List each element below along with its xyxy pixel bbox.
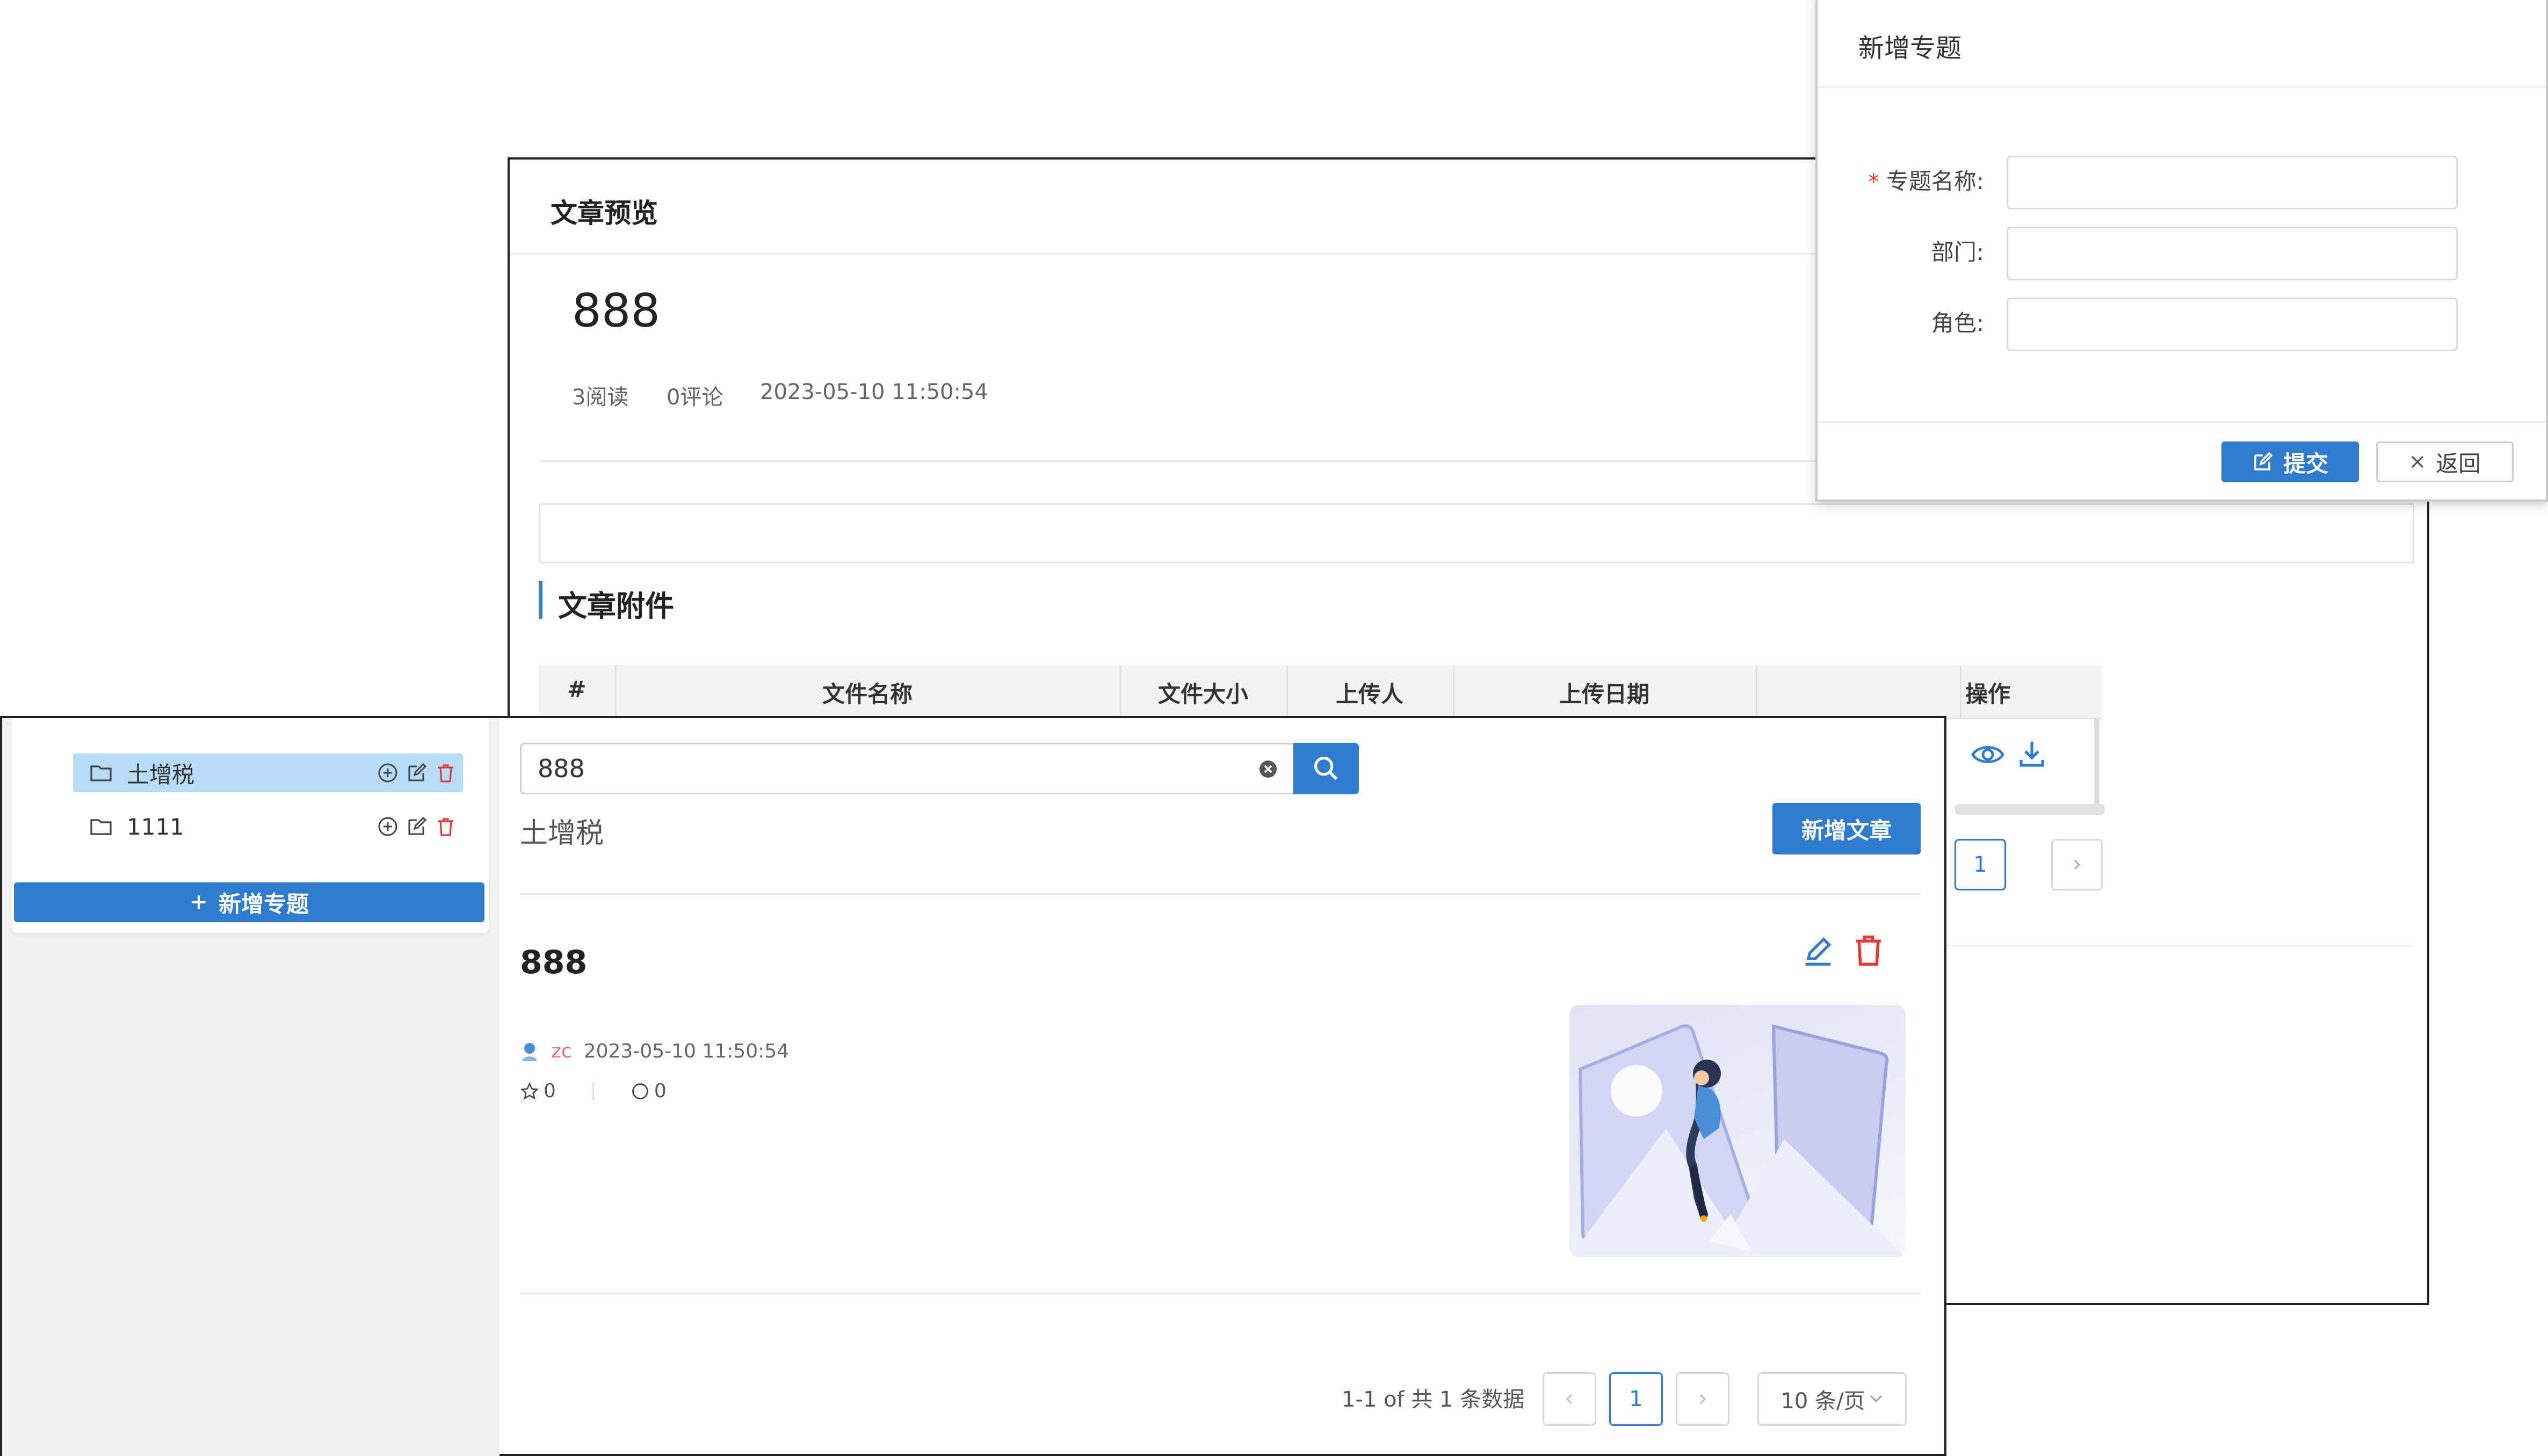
page-size-select[interactable]: 10 条/页 (1757, 1372, 1907, 1426)
edit-icon (2254, 452, 2273, 470)
eye-icon[interactable] (1971, 742, 2005, 767)
clear-icon[interactable] (1257, 758, 1279, 780)
topic-manager-window: 土增税 1111 新增专题 888 土增税 新增文章 888 zc 2023-0… (0, 716, 1946, 1456)
star-icon[interactable] (520, 1081, 539, 1101)
chevron-right-icon (1700, 1394, 1706, 1404)
dialog-title: 新增专题 (1858, 33, 1962, 63)
article-thumbnail[interactable] (1569, 1005, 1906, 1257)
search-value: 888 (538, 754, 585, 783)
tree-item-label: 土增税 (127, 761, 195, 788)
article-datetime: 2023-05-10 11:50:54 (760, 380, 988, 404)
delete-article-icon[interactable] (1852, 933, 1885, 968)
edit-icon[interactable] (406, 762, 428, 784)
tree-item-tuzengshui[interactable]: 土增税 (73, 754, 463, 792)
section-accent-bar (539, 581, 542, 619)
search-button[interactable] (1293, 743, 1359, 794)
role-input[interactable] (2007, 298, 2458, 351)
column-divider (1756, 665, 1757, 719)
new-topic-dialog: 新增专题 * 专题名称: 部门: 角色: 提交 返回 (1815, 0, 2548, 502)
pagination-info: 1-1 of 共 1 条数据 (1342, 1387, 1525, 1412)
col-header-uploader[interactable]: 上传人 (1286, 676, 1453, 709)
role-label: 角色: (1931, 310, 1984, 336)
horizontal-scrollbar[interactable] (1955, 804, 2105, 815)
tree-item-1111[interactable]: 1111 (73, 807, 463, 846)
preview-title: 文章预览 (551, 198, 658, 229)
search-input[interactable]: 888 (520, 743, 1294, 794)
back-label: 返回 (2435, 450, 2481, 477)
comment-count: 0 (654, 1080, 667, 1102)
edit-article-icon[interactable] (1801, 935, 1835, 968)
topic-name-input[interactable] (2007, 156, 2458, 209)
avatar-icon (522, 1042, 537, 1061)
add-circle-icon[interactable] (377, 816, 399, 837)
pagination-prev[interactable] (1543, 1372, 1596, 1426)
topic-name-label-text: 专题名称: (1886, 168, 1984, 194)
article-title: 888 (572, 284, 661, 338)
table-row-actions (1955, 719, 2100, 805)
current-topic-name: 土增税 (520, 817, 604, 850)
submit-label: 提交 (2283, 450, 2328, 477)
close-icon (2411, 455, 2424, 468)
pagination-page[interactable]: 1 (1609, 1372, 1663, 1426)
read-count: 3阅读 (572, 385, 629, 410)
author-name[interactable]: zc (551, 1040, 572, 1062)
page-size-value: 10 条/页 (1780, 1389, 1865, 1414)
comment-icon[interactable] (631, 1082, 650, 1101)
chevron-down-icon (1870, 1395, 1882, 1402)
col-header-filesize[interactable]: 文件大小 (1120, 676, 1286, 709)
comment-count: 0评论 (667, 385, 723, 410)
divider (1928, 945, 2411, 946)
add-topic-label: 新增专题 (218, 890, 309, 917)
article-content (539, 503, 2414, 563)
star-count: 0 (544, 1080, 556, 1102)
divider (520, 893, 1921, 895)
article-datetime: 2023-05-10 11:50:54 (583, 1040, 790, 1062)
folder-icon (90, 819, 112, 835)
folder-icon (90, 765, 112, 781)
divider (1818, 421, 2546, 423)
article-card-title[interactable]: 888 (520, 944, 587, 981)
back-button[interactable]: 返回 (2376, 441, 2514, 482)
pagination-next[interactable] (1676, 1372, 1729, 1426)
stat-divider (592, 1082, 594, 1100)
divider (1818, 86, 2546, 88)
chevron-right-icon (2074, 860, 2080, 870)
pagination-page[interactable]: 1 (1955, 839, 2006, 890)
submit-button[interactable]: 提交 (2221, 441, 2359, 482)
add-topic-button[interactable]: 新增专题 (14, 882, 484, 922)
article-meta: zc 2023-05-10 11:50:54 (520, 1040, 789, 1062)
illustration-image (1569, 1024, 1906, 1257)
search-icon (1314, 756, 1338, 780)
new-article-button[interactable]: 新增文章 (1772, 803, 1921, 854)
add-circle-icon[interactable] (377, 762, 399, 784)
required-mark: * (1868, 170, 1879, 194)
article-stats: 0 0 (520, 1080, 667, 1102)
edit-icon[interactable] (406, 816, 428, 837)
col-header-upload-date[interactable]: 上传日期 (1453, 676, 1756, 709)
col-header-index: # (567, 676, 587, 702)
plus-icon (192, 895, 206, 909)
department-input[interactable] (2007, 227, 2458, 280)
divider (520, 1293, 1921, 1294)
pagination-next[interactable] (2051, 839, 2103, 890)
department-label: 部门: (1931, 239, 1984, 265)
delete-icon[interactable] (435, 762, 457, 784)
col-header-filename[interactable]: 文件名称 (615, 676, 1120, 709)
attachments-title: 文章附件 (558, 589, 674, 623)
tree-item-label: 1111 (127, 813, 184, 840)
download-icon[interactable] (2017, 738, 2047, 769)
col-header-actions: 操作 (1965, 681, 2011, 707)
chevron-left-icon (1566, 1394, 1572, 1404)
delete-icon[interactable] (435, 816, 457, 837)
topic-name-label: * 专题名称: (1866, 163, 1984, 196)
